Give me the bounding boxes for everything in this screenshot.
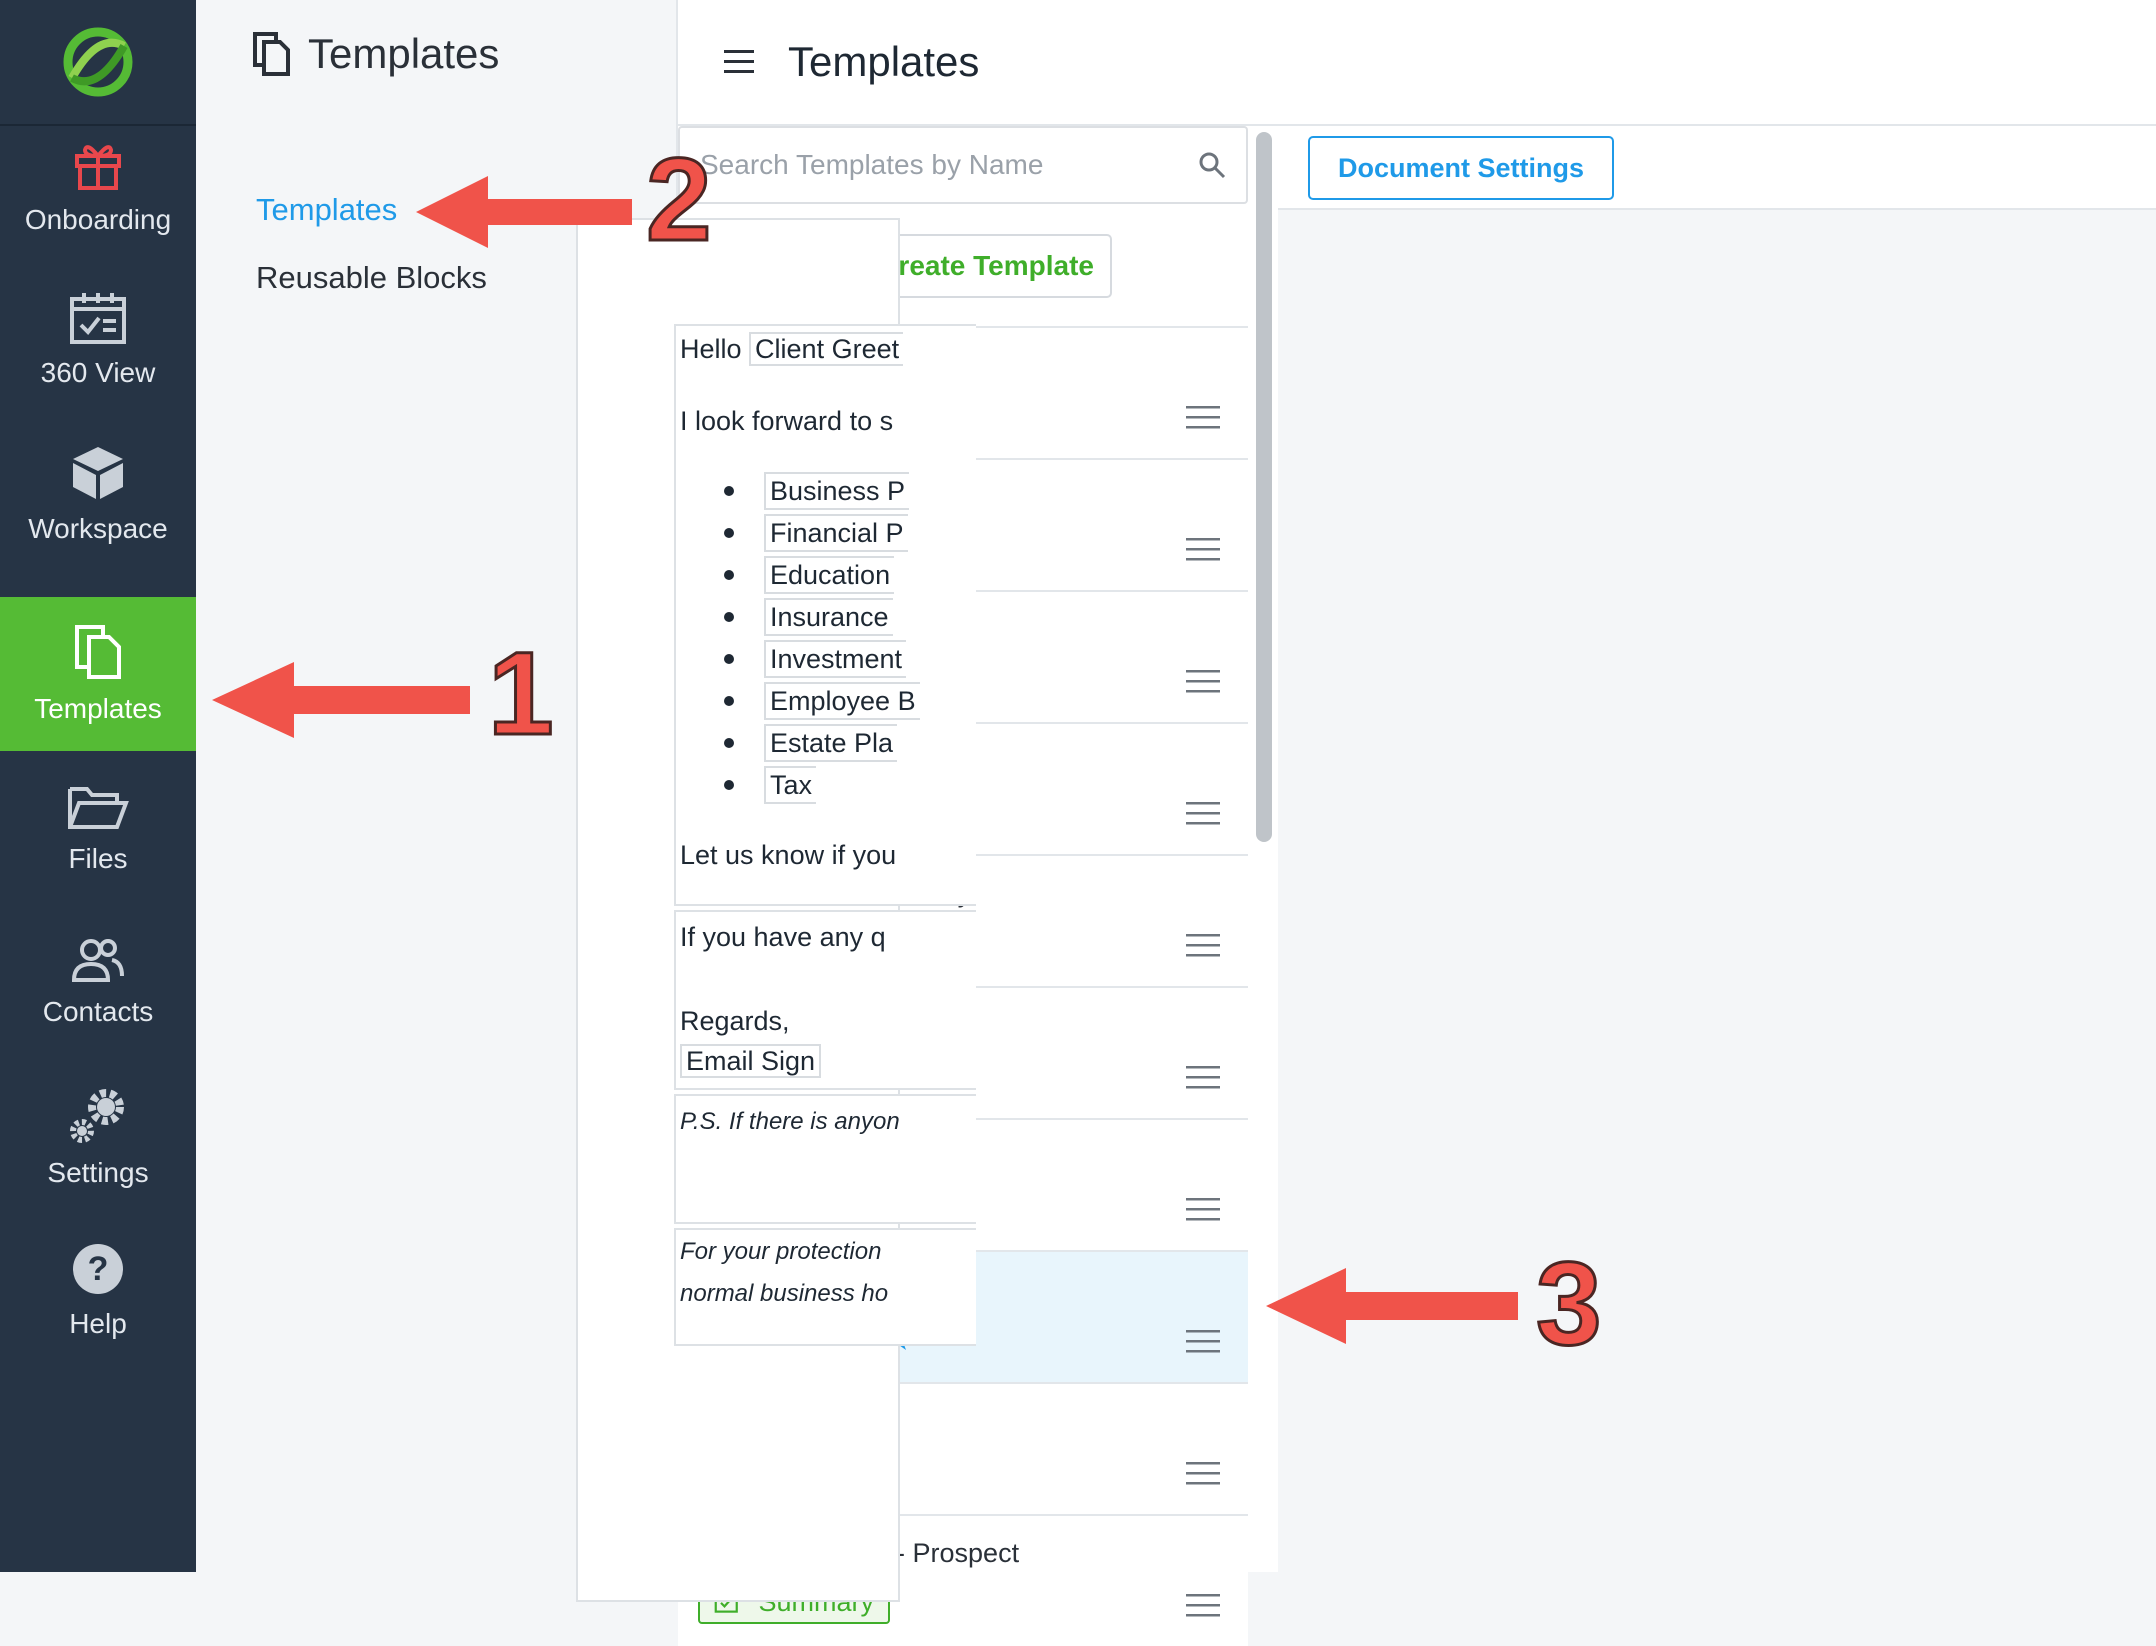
bullet-item: Insurance (680, 596, 920, 638)
bullet-field[interactable]: Business P (764, 472, 910, 510)
nav-files[interactable]: Files (0, 752, 196, 906)
bullet-item: Tax (680, 764, 920, 806)
template-search (678, 126, 1248, 204)
logo-icon (63, 27, 133, 97)
annotation-number-2: 2 (645, 133, 714, 268)
search-icon[interactable] (1198, 151, 1226, 179)
nav-onboarding[interactable]: Onboarding (0, 110, 196, 264)
bullet-field[interactable]: Investment (764, 640, 907, 678)
calendar-check-icon (70, 293, 126, 344)
sublink-templates[interactable]: Templates (256, 192, 397, 228)
bullet-field[interactable]: Estate Pla (764, 724, 898, 762)
bullet-dot (724, 738, 734, 748)
bullet-dot (724, 570, 734, 580)
nav-settings[interactable]: Settings (0, 1060, 196, 1214)
nav-label: Files (68, 843, 128, 874)
bullet-item: Education (680, 554, 920, 596)
nav-label: Workspace (28, 513, 168, 544)
subpanel-title: Templates (252, 30, 499, 78)
subpanel-title-text: Templates (308, 30, 500, 77)
document-header (1278, 0, 2156, 126)
client-greeting-field[interactable]: Client Greet (749, 332, 904, 366)
row-menu-icon[interactable] (1186, 1066, 1220, 1090)
regards-text: Regards, (680, 1006, 790, 1036)
bullet-field[interactable]: Tax (764, 766, 817, 804)
row-menu-icon[interactable] (1186, 406, 1220, 430)
bullet-item: Business P (680, 470, 920, 512)
bullet-dot (724, 654, 734, 664)
protection-text-2: normal business ho (680, 1280, 889, 1307)
hello-text: Hello (680, 334, 742, 364)
gift-icon (75, 145, 121, 190)
nav-contacts[interactable]: Contacts (0, 906, 196, 1060)
nav-360-view[interactable]: 360 View (0, 264, 196, 418)
bullet-dot (724, 528, 734, 538)
list-scrollbar[interactable] (1256, 132, 1272, 842)
nav-label: Settings (47, 1157, 149, 1188)
list-header: Templates (678, 0, 1278, 126)
bullet-dot (724, 696, 734, 706)
copy-icon (75, 625, 121, 679)
cube-icon (73, 447, 123, 499)
row-menu-icon[interactable] (1186, 538, 1220, 562)
closing-line: Let us know if you (680, 840, 897, 870)
gears-icon (70, 1089, 124, 1143)
nav-label: Help (69, 1308, 127, 1339)
search-input[interactable] (698, 148, 1198, 182)
bullet-item: Financial P (680, 512, 920, 554)
nav-label: 360 View (40, 357, 156, 388)
nav-label: Contacts (42, 996, 154, 1027)
annotation-number-3: 3 (1535, 1237, 1604, 1372)
bullet-item: Investment (680, 638, 920, 680)
nav-workspace[interactable]: Workspace (0, 418, 196, 572)
document-toolbar: Document Settings (1278, 126, 2156, 210)
signature-line: Email Sign (680, 1044, 822, 1078)
nav-label: Onboarding (24, 204, 172, 235)
annotation-arrow-2 (416, 176, 632, 248)
nav-label: Templates (34, 693, 162, 724)
bullet-field[interactable]: Financial P (764, 514, 908, 552)
app-logo[interactable] (0, 0, 196, 126)
bullet-item: Estate Pla (680, 722, 920, 764)
annotation-arrow-3 (1266, 1268, 1518, 1344)
greeting-line: Hello Client Greet (680, 332, 904, 366)
row-menu-icon[interactable] (1186, 1198, 1220, 1222)
main-nav-rail: Onboarding 360 View Workspace Templates (0, 0, 196, 1572)
bullet-dot (724, 780, 734, 790)
sublink-reusable-blocks[interactable]: Reusable Blocks (256, 260, 487, 296)
users-icon (71, 939, 124, 982)
row-menu-icon[interactable] (1186, 802, 1220, 826)
intro-line: I look forward to s (680, 406, 894, 436)
create-template-label: Create Template (878, 250, 1094, 281)
nav-help[interactable]: ? Help (0, 1214, 196, 1368)
annotation-arrow-1 (212, 662, 470, 738)
hamburger-menu-icon[interactable] (724, 50, 754, 74)
folder-icon (68, 787, 129, 829)
bullet-dot (724, 612, 734, 622)
document-settings-button[interactable]: Document Settings (1308, 136, 1614, 200)
bullet-dot (724, 486, 734, 496)
copy-icon (253, 32, 290, 76)
row-menu-icon[interactable] (1186, 934, 1220, 958)
svg-text:?: ? (88, 1250, 109, 1288)
service-bullet-list: Business P Financial P Education Insurance I… (680, 470, 920, 806)
row-menu-icon[interactable] (1186, 670, 1220, 694)
annotation-number-1: 1 (487, 627, 556, 762)
email-signature-field[interactable]: Email Sign (680, 1044, 822, 1078)
row-menu-icon[interactable] (1186, 1462, 1220, 1486)
row-menu-icon[interactable] (1186, 1594, 1220, 1618)
questions-line: If you have any q (680, 922, 886, 952)
protection-text-1: For your protection (680, 1238, 882, 1265)
bullet-field[interactable]: Insurance (764, 598, 893, 636)
nav-templates[interactable]: Templates (0, 597, 196, 751)
help-icon: ? (73, 1244, 123, 1294)
row-menu-icon[interactable] (1186, 1330, 1220, 1354)
bullet-item: Employee B (680, 680, 920, 722)
ps-text: P.S. If there is anyon (680, 1108, 900, 1135)
list-title: Templates (788, 38, 980, 85)
bullet-field[interactable]: Education (764, 556, 895, 594)
bullet-field[interactable]: Employee B (764, 682, 920, 720)
